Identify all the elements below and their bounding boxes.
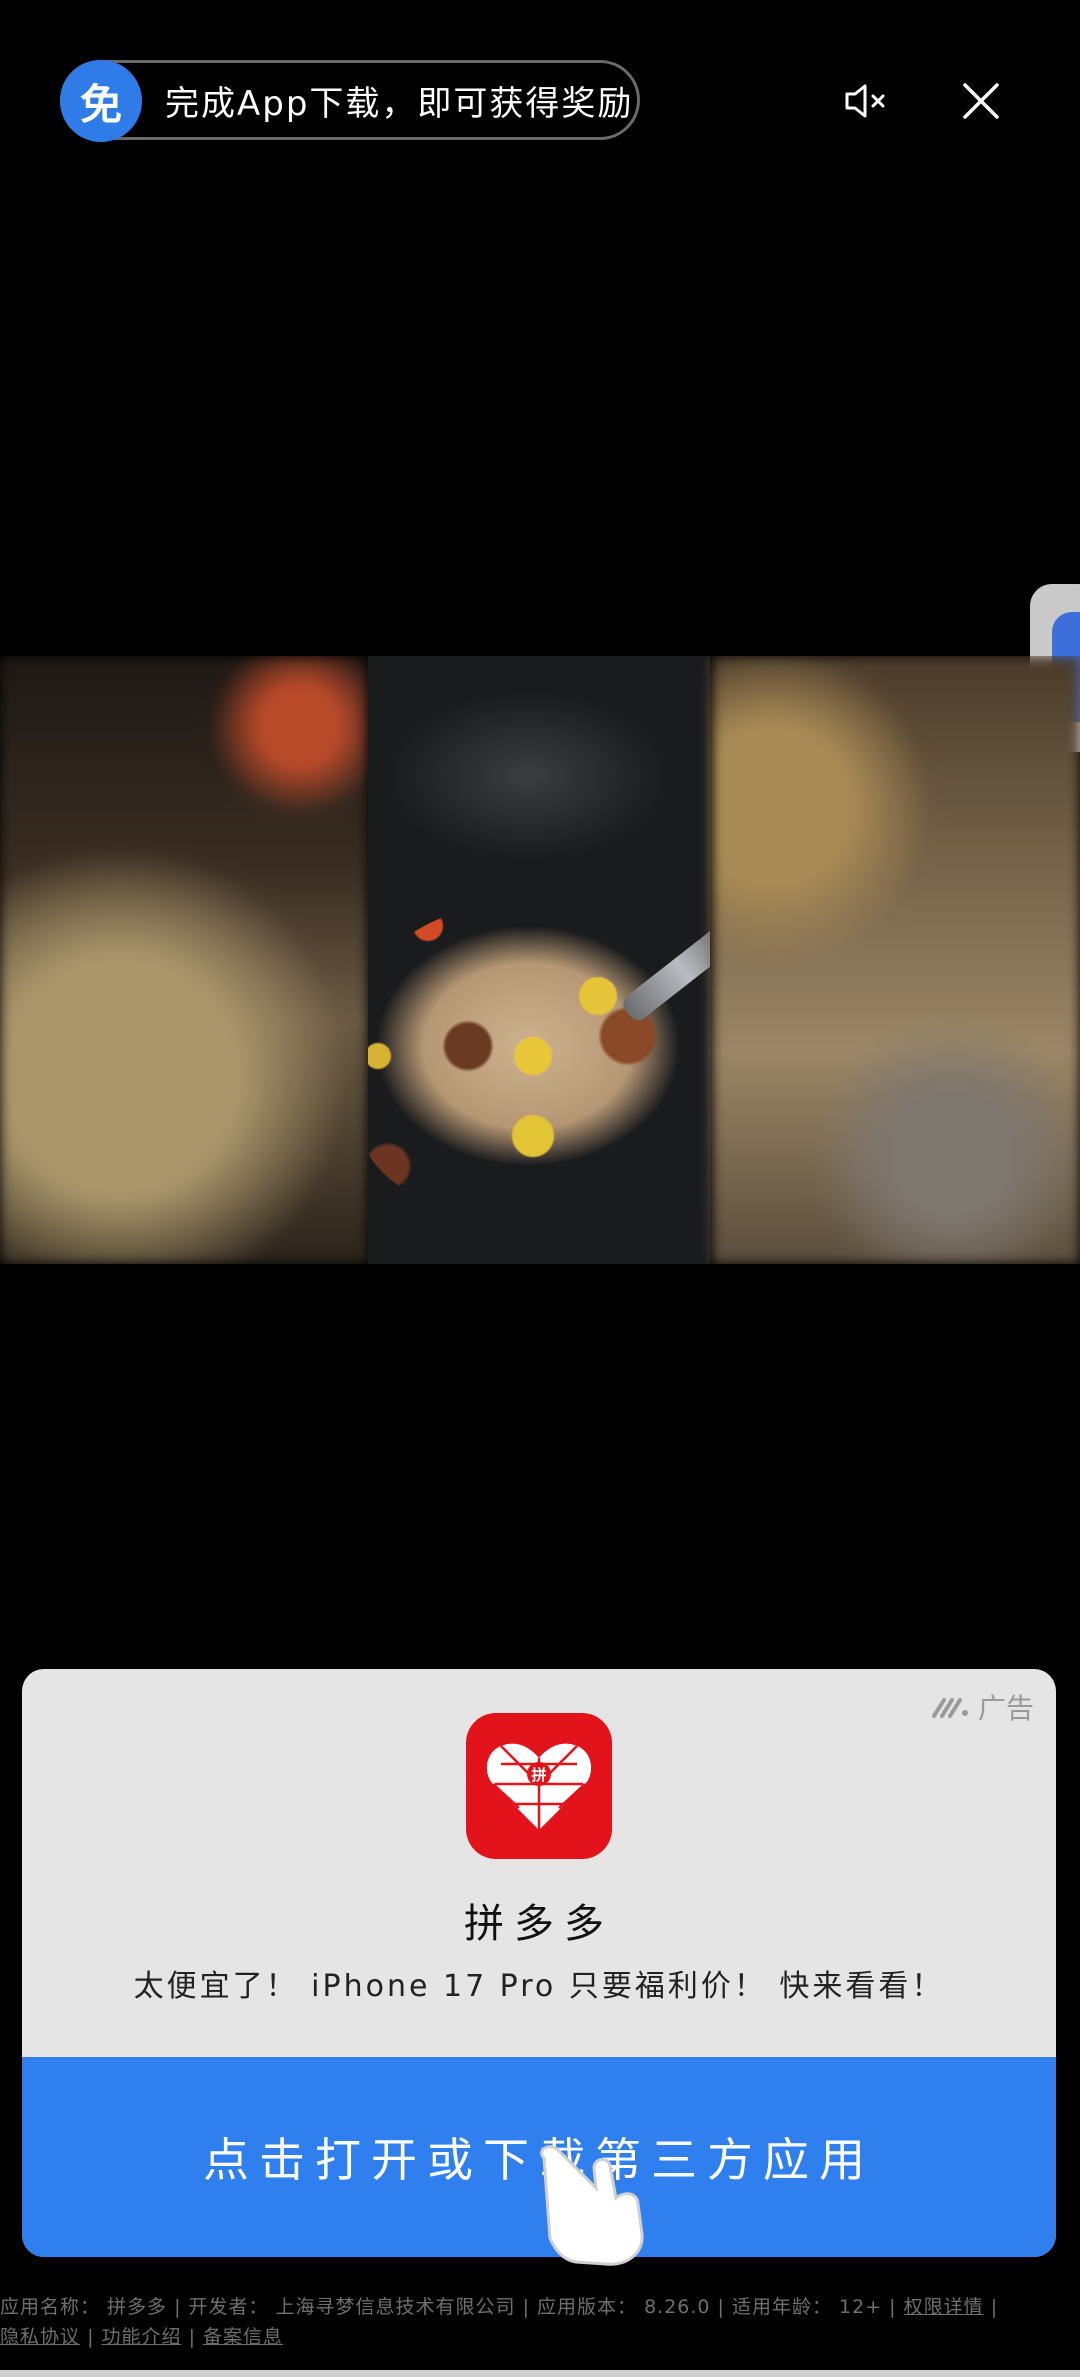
mute-button[interactable] xyxy=(832,66,902,136)
tap-hand-icon xyxy=(540,2145,644,2266)
privacy-policy-link[interactable]: 隐私协议 xyxy=(0,2326,80,2348)
video-blur-right xyxy=(712,656,1080,1264)
logo-char: 拼 xyxy=(531,1766,546,1784)
fried-rice-image xyxy=(368,906,710,1206)
app-description: 太便宜了！ iPhone 17 Pro 只要福利价！ 快来看看！ xyxy=(133,1969,945,2004)
app-name: 拼多多 xyxy=(464,1901,614,1947)
close-button[interactable] xyxy=(946,66,1016,136)
reward-text: 完成App下载，即可获得奖励 xyxy=(165,83,634,124)
pinduoduo-app-icon: 拼 xyxy=(466,1713,612,1859)
video-blur-left xyxy=(0,656,368,1264)
video-frame xyxy=(368,656,710,1264)
ad-brand-icon xyxy=(931,1698,968,1718)
footer-separator: | xyxy=(87,2326,95,2348)
speaker-muted-icon xyxy=(845,84,885,118)
permissions-link[interactable]: 权限详情 xyxy=(904,2296,984,2318)
filing-info-link[interactable]: 备案信息 xyxy=(203,2326,283,2348)
footer-separator: | xyxy=(188,2326,196,2348)
ad-label-text: 广告 xyxy=(977,1692,1034,1725)
feature-intro-link[interactable]: 功能介绍 xyxy=(102,2326,182,2348)
app-info-text: 应用名称： 拼多多 | 开发者： 上海寻梦信息技术有限公司 | 应用版本： 8.… xyxy=(0,2296,897,2318)
video-player[interactable] xyxy=(0,656,1080,1264)
ad-label: 广告 xyxy=(931,1687,1034,1727)
app-info-footer: 应用名称： 拼多多 | 开发者： 上海寻梦信息技术有限公司 | 应用版本： 8.… xyxy=(0,2292,1080,2352)
free-badge: 免 xyxy=(60,60,142,142)
pinduoduo-logo-icon: 拼 xyxy=(486,1743,592,1830)
footer-separator: | xyxy=(990,2296,999,2318)
home-indicator xyxy=(0,2370,1080,2377)
close-icon xyxy=(963,83,999,119)
reward-banner: 免 完成App下载，即可获得奖励 xyxy=(60,60,640,142)
